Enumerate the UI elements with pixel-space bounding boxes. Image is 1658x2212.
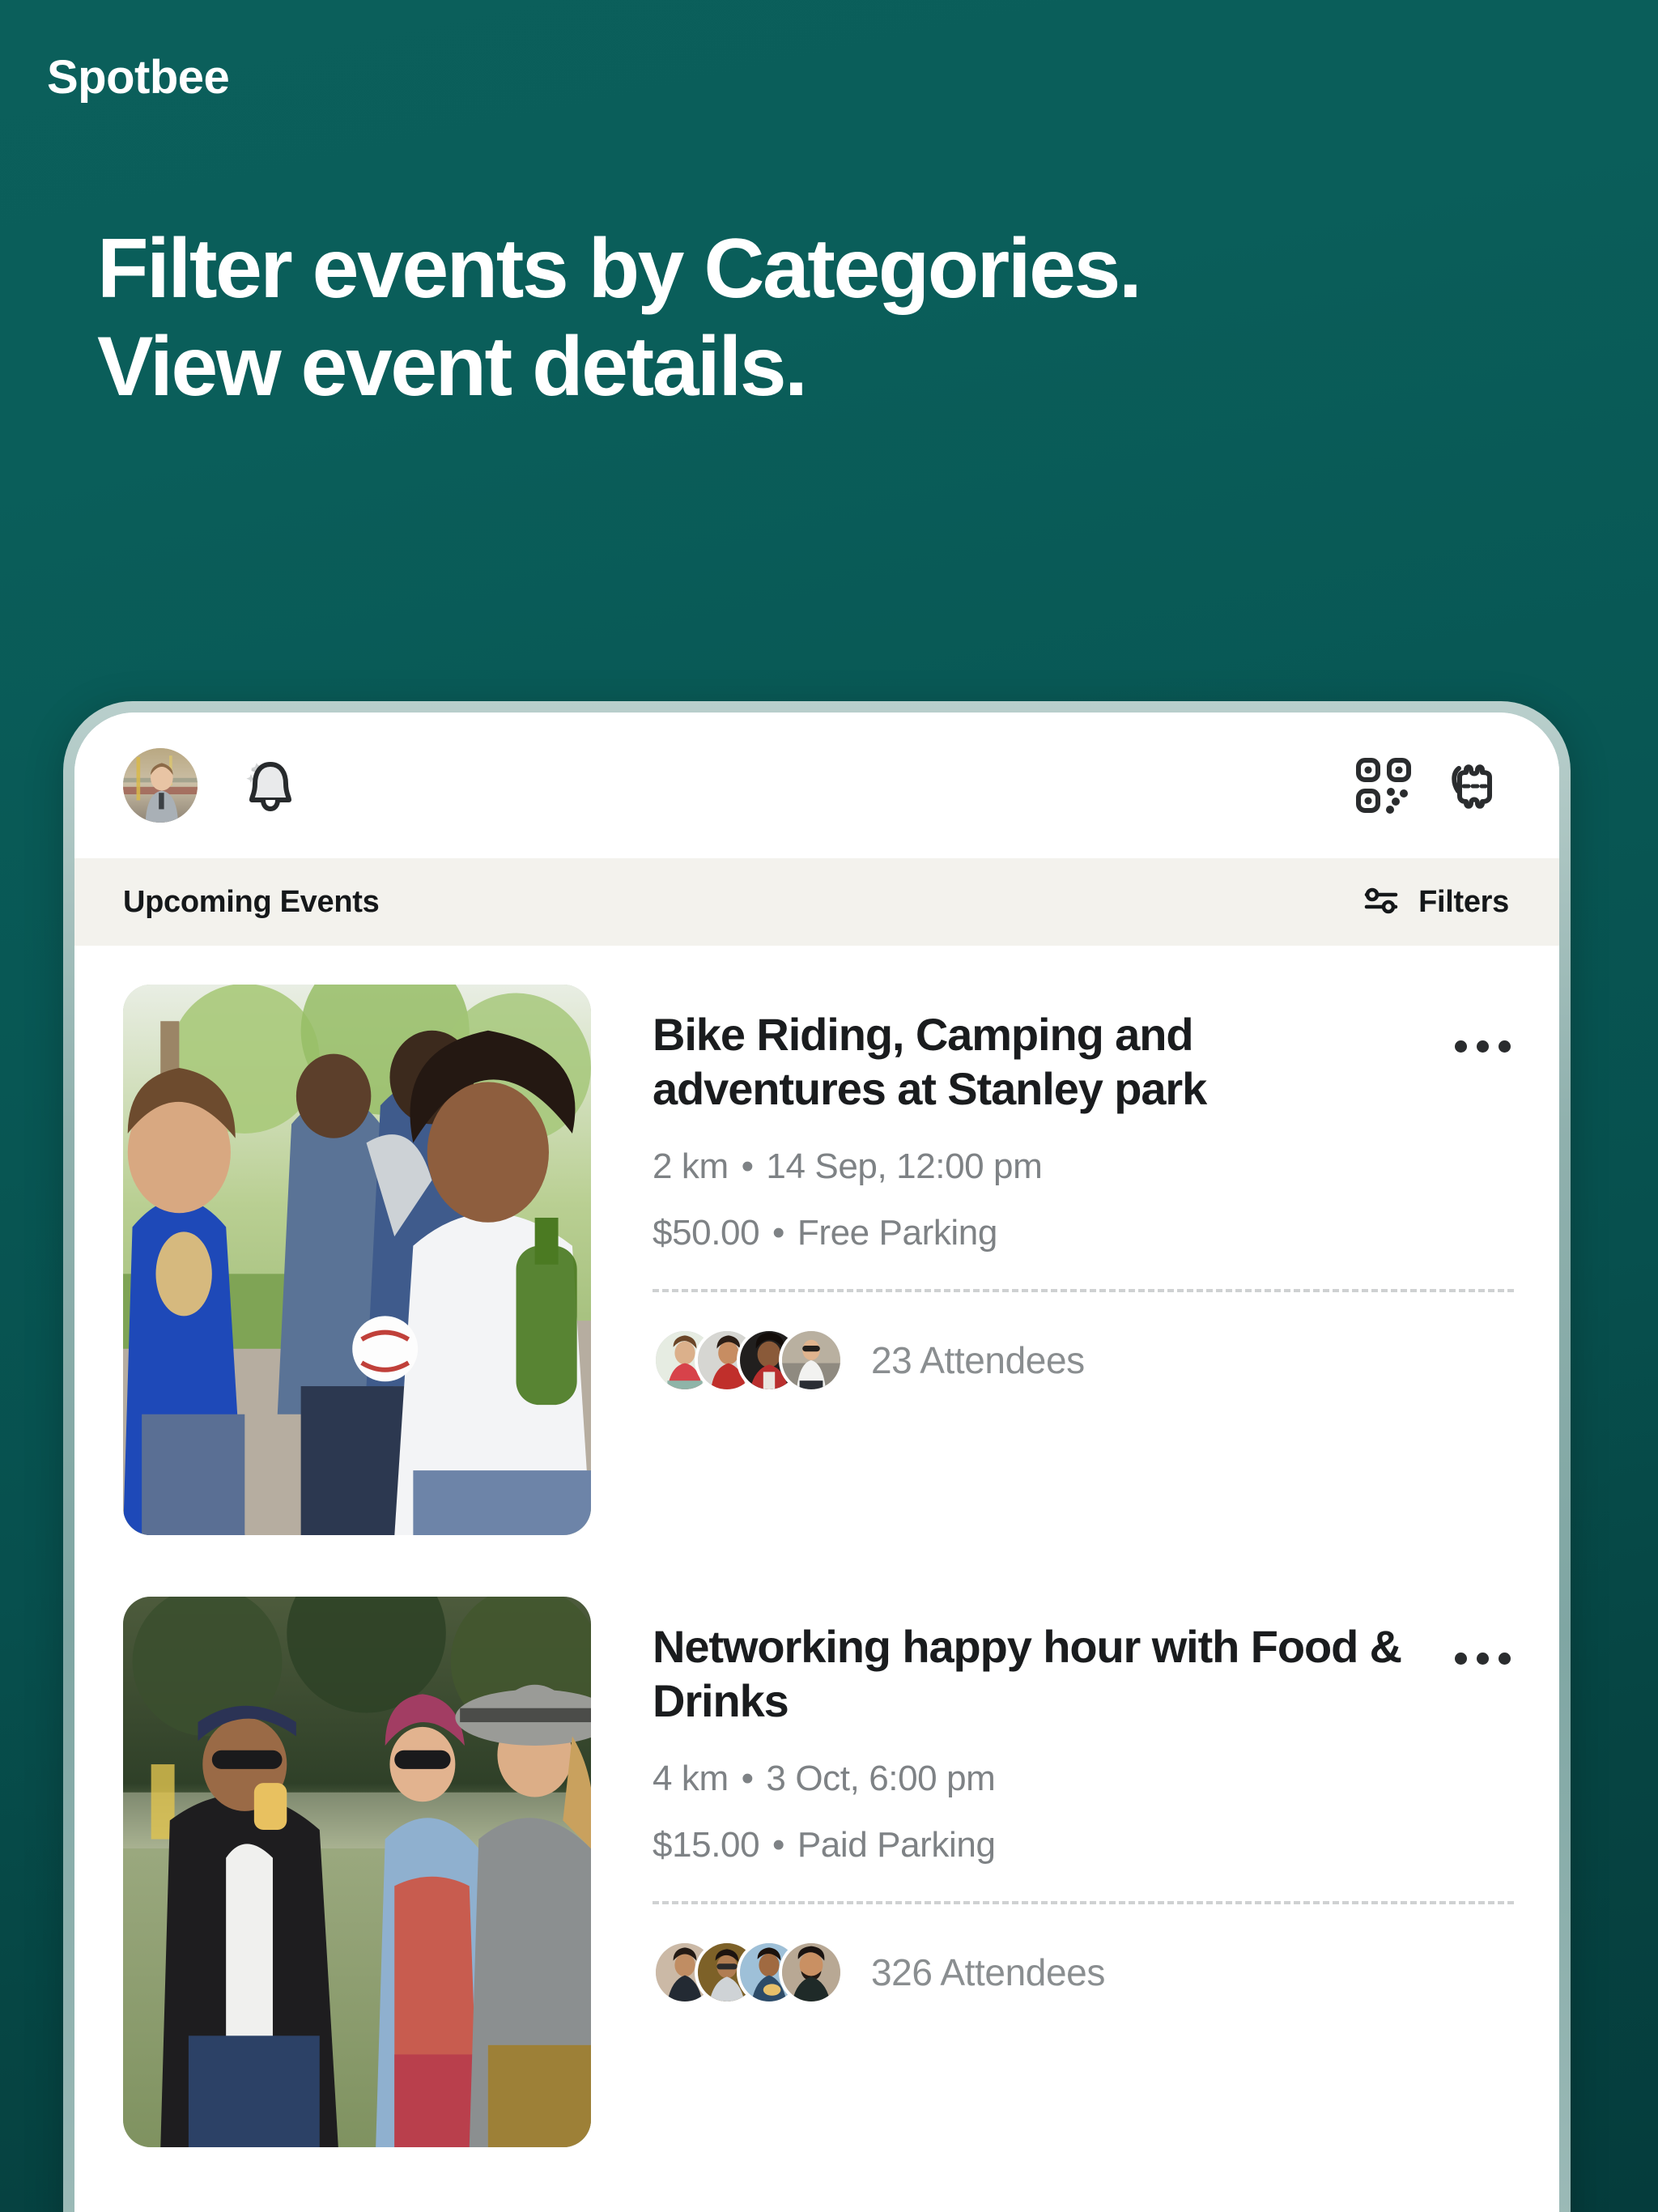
- brand-title: Spotbee: [47, 51, 230, 104]
- phone-frame: Upcoming Events Filters Bike Riding, Cam…: [63, 701, 1571, 2212]
- card-divider: [653, 1901, 1514, 1905]
- event-list: Bike Riding, Camping and adventures at S…: [74, 946, 1559, 2147]
- event-parking: Paid Parking: [797, 1825, 996, 1865]
- meta-separator: •: [741, 1146, 754, 1187]
- attendee-avatar-stack: [653, 1940, 844, 2006]
- price-separator: •: [772, 1825, 785, 1865]
- more-options-icon[interactable]: [1451, 1022, 1514, 1070]
- meta-separator: •: [741, 1759, 754, 1799]
- event-card[interactable]: Bike Riding, Camping and adventures at S…: [74, 985, 1559, 1535]
- event-date: 3 Oct, 6:00 pm: [766, 1759, 996, 1799]
- event-title: Bike Riding, Camping and adventures at S…: [653, 1009, 1207, 1115]
- filters-button[interactable]: Filters: [1362, 884, 1509, 921]
- avatar: [779, 1940, 844, 2006]
- attendee-count: 326 Attendees: [871, 1951, 1105, 1994]
- event-info: Bike Riding, Camping and adventures at S…: [591, 985, 1514, 1535]
- filters-label: Filters: [1418, 884, 1509, 919]
- qr-code-icon[interactable]: [1349, 751, 1418, 820]
- promo-screenshot: Spotbee Filter events by Categories. Vie…: [0, 0, 1658, 2212]
- more-options-icon[interactable]: [1451, 1634, 1514, 1682]
- promo-headline: Filter events by Categories. View event …: [97, 222, 1142, 414]
- user-avatar[interactable]: [123, 748, 198, 823]
- event-price-line: $50.00 • Free Parking: [653, 1213, 1514, 1253]
- event-distance: 4 km: [653, 1759, 729, 1799]
- event-thumbnail[interactable]: [123, 985, 591, 1535]
- event-price: $15.00: [653, 1825, 760, 1865]
- event-info: Networking happy hour with Food & Drinks…: [591, 1597, 1514, 2147]
- event-price: $50.00: [653, 1213, 760, 1253]
- attendee-avatar-stack: [653, 1328, 844, 1393]
- event-meta-line: 2 km • 14 Sep, 12:00 pm: [653, 1146, 1514, 1187]
- phone-screen: Upcoming Events Filters Bike Riding, Cam…: [74, 713, 1559, 2212]
- app-topbar: [74, 713, 1559, 858]
- avatar: [779, 1328, 844, 1393]
- event-parking: Free Parking: [797, 1213, 997, 1253]
- event-card[interactable]: Networking happy hour with Food & Drinks…: [74, 1597, 1559, 2147]
- bell-icon[interactable]: [232, 747, 309, 824]
- attendee-row[interactable]: 326 Attendees: [653, 1940, 1514, 2006]
- event-thumbnail[interactable]: [123, 1597, 591, 2147]
- attendee-count: 23 Attendees: [871, 1339, 1085, 1382]
- event-price-line: $15.00 • Paid Parking: [653, 1825, 1514, 1865]
- section-title: Upcoming Events: [123, 884, 380, 919]
- ticket-icon[interactable]: [1439, 751, 1509, 820]
- price-separator: •: [772, 1213, 785, 1253]
- card-divider: [653, 1289, 1514, 1293]
- event-date: 14 Sep, 12:00 pm: [766, 1146, 1043, 1187]
- event-title: Networking happy hour with Food & Drinks: [653, 1621, 1402, 1727]
- attendee-row[interactable]: 23 Attendees: [653, 1328, 1514, 1393]
- event-distance: 2 km: [653, 1146, 729, 1187]
- sliders-icon: [1362, 884, 1401, 921]
- event-header: Bike Riding, Camping and adventures at S…: [653, 1007, 1514, 1116]
- event-header: Networking happy hour with Food & Drinks: [653, 1619, 1514, 1728]
- section-bar: Upcoming Events Filters: [74, 858, 1559, 946]
- event-meta-line: 4 km • 3 Oct, 6:00 pm: [653, 1759, 1514, 1799]
